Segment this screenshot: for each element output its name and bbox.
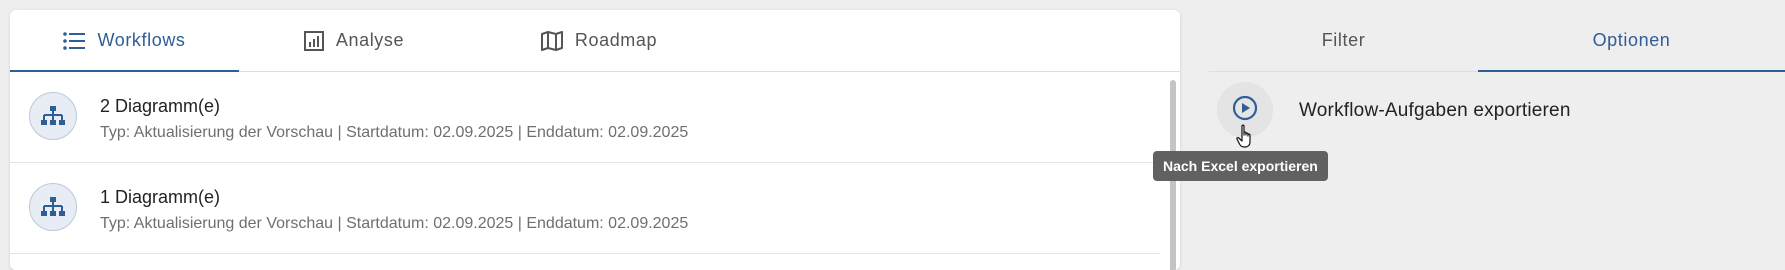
map-icon: [540, 30, 563, 51]
play-circle-icon: [1232, 95, 1258, 126]
options-tab-bar: Filter Optionen: [1209, 10, 1785, 72]
analytics-icon: [303, 30, 324, 51]
item-title: 2 Diagramm(e): [100, 96, 221, 116]
list-icon: [63, 31, 86, 50]
tab-label: Analyse: [335, 30, 405, 50]
item-subtitle: Typ: Aktualisierung der Vorschau | Start…: [100, 124, 689, 141]
tab-label: Workflows: [97, 30, 186, 50]
tab-label: Roadmap: [574, 30, 658, 50]
list-item[interactable]: 2 Diagramm(e) Typ: Aktualisierung der Vo…: [10, 72, 1160, 163]
item-subtitle: Typ: Aktualisierung der Vorschau | Start…: [100, 215, 689, 232]
tab-optionen[interactable]: Optionen: [1478, 10, 1785, 72]
item-title: 1 Diagramm(e): [100, 187, 221, 207]
export-label: Workflow-Aufgaben exportieren: [1299, 100, 1571, 121]
tab-label: Optionen: [1592, 30, 1671, 50]
tab-roadmap[interactable]: Roadmap: [469, 10, 729, 71]
workflow-panel: Workflows Analyse Roadmap 2 Diagramm(e) …: [10, 10, 1180, 270]
hierarchy-icon: [29, 92, 77, 140]
tab-filter[interactable]: Filter: [1209, 10, 1478, 71]
list-item[interactable]: 1 Diagramm(e) Typ: Aktualisierung der Vo…: [10, 163, 1160, 254]
tab-bar: Workflows Analyse Roadmap: [10, 10, 1180, 72]
export-option: Workflow-Aufgaben exportieren: [1209, 80, 1785, 140]
tab-label: Filter: [1321, 30, 1366, 50]
hierarchy-icon: [29, 183, 77, 231]
tab-analyse[interactable]: Analyse: [239, 10, 469, 71]
tab-workflows[interactable]: Workflows: [10, 10, 239, 72]
workflow-list: 2 Diagramm(e) Typ: Aktualisierung der Vo…: [10, 72, 1160, 254]
tooltip: Nach Excel exportieren: [1153, 151, 1328, 181]
